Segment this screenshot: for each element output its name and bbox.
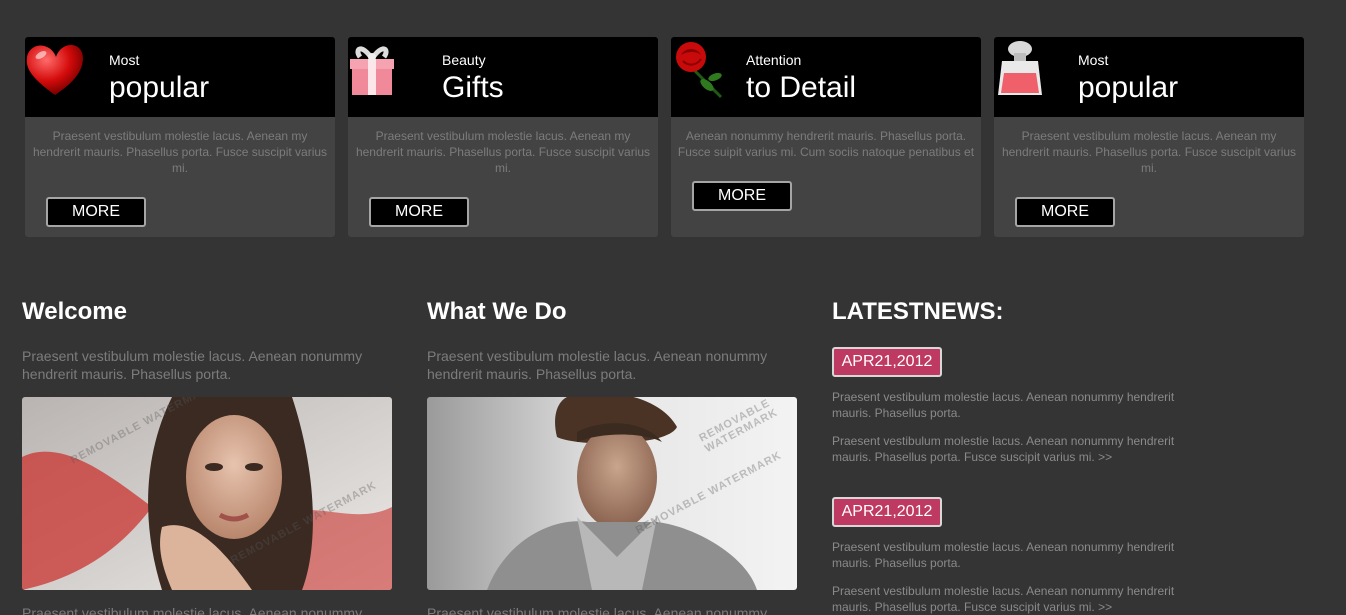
card-subtitle: Beauty (442, 52, 486, 68)
whatwedo-title: What We Do (427, 298, 567, 325)
whatwedo-bottom-text: Praesent vestibulum molestie lacus. Aene… (427, 605, 768, 615)
perfume-icon (998, 41, 1042, 95)
heart-icon (26, 45, 83, 95)
woman-photo: REMOVABLE WATERMARK REMOVABLE WATERMARK (22, 397, 392, 590)
card-title: to Detail (746, 71, 857, 104)
more-button[interactable]: MORE (1015, 197, 1115, 227)
news-item-link[interactable]: Praesent vestibulum molestie lacus. Aene… (832, 433, 1192, 465)
feature-card-2: Beauty Gifts Praesent vestibulum molesti… (348, 37, 658, 237)
card-subtitle: Most (109, 52, 140, 68)
feature-card-1: Most popular Praesent vestibulum molesti… (25, 37, 335, 237)
feature-card-4: Most popular Praesent vestibulum molesti… (994, 37, 1304, 237)
card-title: Gifts (442, 71, 504, 104)
news-item-link[interactable]: Praesent vestibulum molestie lacus. Aene… (832, 583, 1192, 615)
more-button[interactable]: MORE (369, 197, 469, 227)
gift-icon (350, 46, 394, 95)
card-header: Most popular (994, 37, 1304, 117)
card-header: Beauty Gifts (348, 37, 658, 117)
card-description: Praesent vestibulum molestie lacus. Aene… (355, 129, 651, 175)
news-title: LATESTNEWS: (832, 298, 1004, 325)
welcome-bottom-text: Praesent vestibulum molestie lacus. Aene… (22, 605, 363, 615)
card-header: Attention to Detail (671, 37, 981, 117)
woman-photo-image (22, 397, 392, 590)
card-description: Aenean nonummy hendrerit mauris. Phasell… (677, 129, 975, 159)
card-subtitle: Most (1078, 52, 1109, 68)
more-button[interactable]: MORE (692, 181, 792, 211)
news-item-text: Praesent vestibulum molestie lacus. Aene… (832, 540, 1175, 570)
more-button[interactable]: MORE (46, 197, 146, 227)
news-date-badge: APR21,2012 (832, 497, 942, 527)
card-header: Most popular (25, 37, 335, 117)
man-photo: REMOVABLE WATERMARK REMOVABLE WATERMARK (427, 397, 797, 590)
whatwedo-text: Praesent vestibulum molestie lacus. Aene… (427, 348, 768, 382)
card-title: popular (109, 71, 210, 104)
welcome-title: Welcome (22, 298, 127, 325)
card-title: popular (1078, 71, 1179, 104)
news-date-badge: APR21,2012 (832, 347, 942, 377)
card-description: Praesent vestibulum molestie lacus. Aene… (32, 129, 328, 175)
rose-icon (676, 42, 723, 99)
card-subtitle: Attention (746, 52, 802, 68)
news-item-text: Praesent vestibulum molestie lacus. Aene… (832, 390, 1175, 420)
card-description: Praesent vestibulum molestie lacus. Aene… (1001, 129, 1297, 175)
welcome-text: Praesent vestibulum molestie lacus. Aene… (22, 348, 363, 382)
feature-card-3: Attention to Detail Aenean nonummy hendr… (671, 37, 981, 237)
